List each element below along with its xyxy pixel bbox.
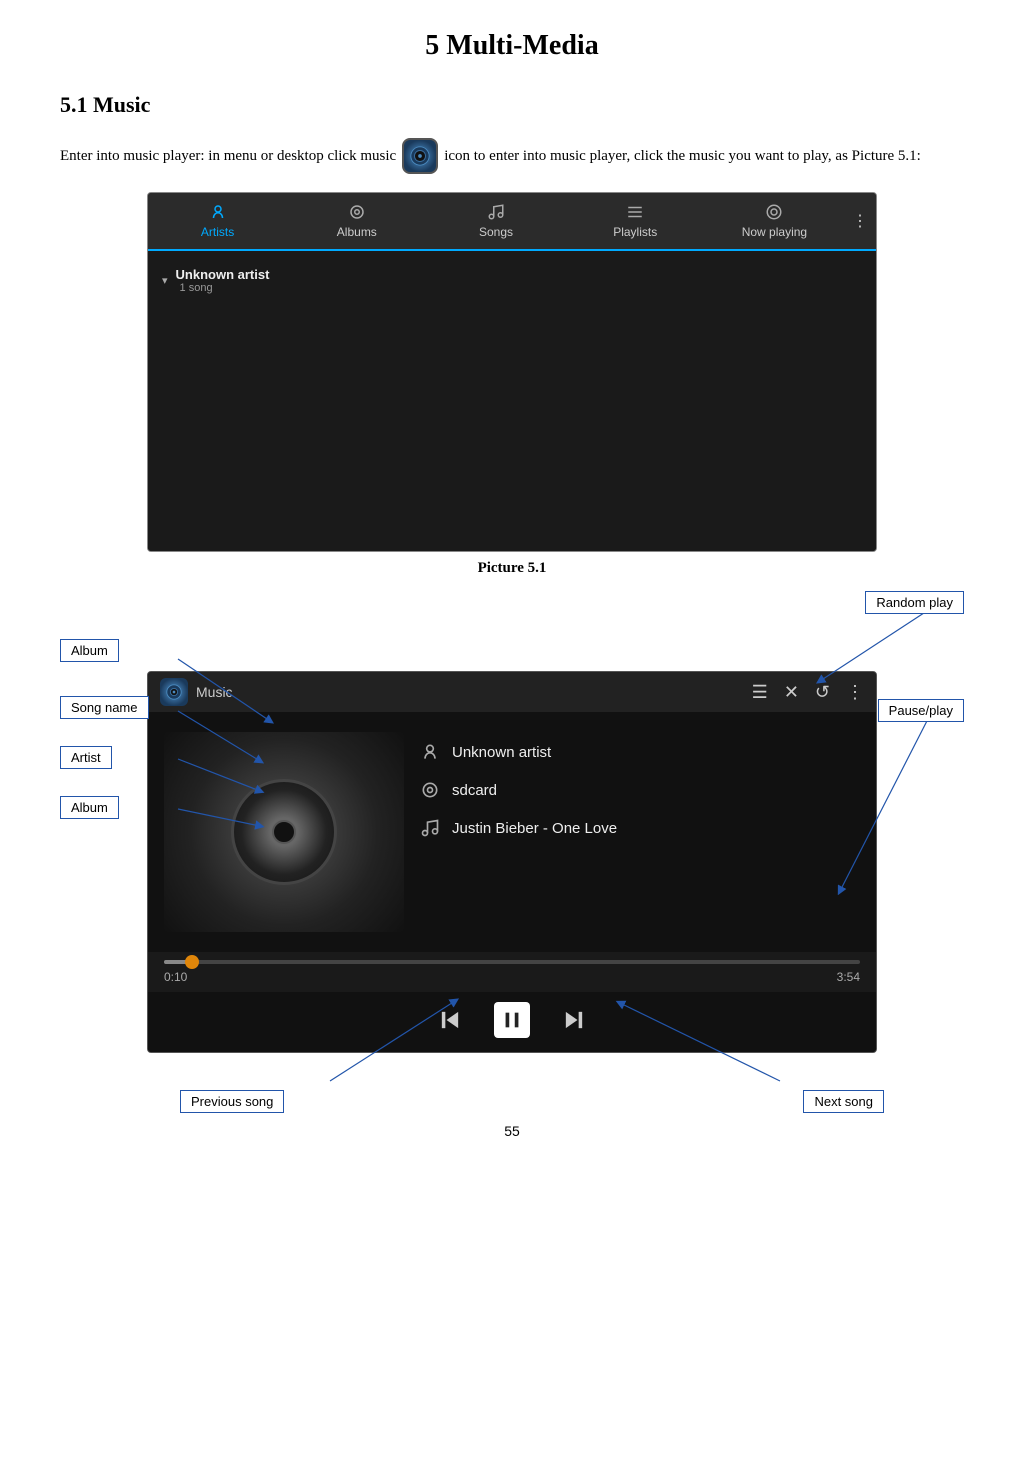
callout-random-play: Random play: [865, 591, 964, 614]
np-app-icon: [160, 678, 188, 706]
now-playing-player: Music ☰ ✕ ↺ ⋮: [147, 671, 877, 1053]
tab-nowplaying-label: Now playing: [742, 225, 807, 239]
music-icon: [402, 138, 438, 174]
picture-51-label: Picture 5.1: [60, 560, 964, 577]
tab-artists[interactable]: Artists: [148, 193, 287, 251]
callout-next-song: Next song: [803, 1090, 884, 1113]
tab-bar: Artists Albums Songs Playlists Now playi…: [148, 193, 876, 251]
artist-name: Unknown artist: [176, 267, 270, 282]
section-title: 5.1 Music: [60, 92, 964, 118]
artists-content: ▾ Unknown artist 1 song: [148, 251, 876, 551]
more-icon: ⋮: [852, 211, 868, 231]
artist-label: Unknown artist: [452, 744, 551, 761]
artist-row: Unknown artist: [420, 742, 860, 762]
np-progress-area: 0:10 3:54: [148, 952, 876, 992]
repeat-icon[interactable]: ↺: [815, 682, 830, 703]
play-pause-button[interactable]: [494, 1002, 530, 1038]
callout-pause-play: Pause/play: [878, 699, 964, 722]
source-label: sdcard: [452, 782, 497, 799]
np-topbar-title: Music: [196, 684, 233, 700]
progress-bar[interactable]: [164, 960, 860, 964]
current-time: 0:10: [164, 970, 187, 984]
np-controls: [148, 992, 876, 1052]
np-times: 0:10 3:54: [164, 970, 860, 984]
intro-text-before: Enter into music player: in menu or desk…: [60, 144, 396, 168]
tab-playlists-label: Playlists: [613, 225, 657, 239]
progress-thumb: [185, 955, 199, 969]
tab-artists-label: Artists: [201, 225, 234, 239]
next-button[interactable]: [560, 1006, 588, 1034]
callout-song-name: Song name: [60, 696, 149, 719]
song-label: Justin Bieber - One Love: [452, 820, 617, 837]
intro-paragraph: Enter into music player: in menu or desk…: [60, 138, 964, 174]
callout-previous-song: Previous song: [180, 1090, 284, 1113]
chapter-title: 5 Multi-Media: [60, 30, 964, 62]
tab-playlists[interactable]: Playlists: [566, 193, 705, 249]
tab-nowplaying[interactable]: Now playing: [705, 193, 844, 249]
callout-artist: Artist: [60, 746, 112, 769]
callout-album-bottom: Album: [60, 796, 119, 819]
more-options-icon[interactable]: ⋮: [846, 682, 864, 703]
callout-album-top: Album: [60, 639, 119, 662]
intro-text-after: icon to enter into music player, click t…: [444, 144, 921, 168]
tab-more[interactable]: ⋮: [844, 193, 876, 249]
song-row: Justin Bieber - One Love: [420, 818, 860, 838]
np-topbar-icons: ☰ ✕ ↺ ⋮: [752, 682, 864, 703]
artist-list-item[interactable]: ▾ Unknown artist 1 song: [148, 259, 876, 302]
total-time: 3:54: [837, 970, 860, 984]
np-topbar-left: Music: [160, 678, 233, 706]
previous-button[interactable]: [436, 1006, 464, 1034]
np-body: Unknown artist sdcard Justin Bieber - On…: [148, 712, 876, 952]
np-topbar: Music ☰ ✕ ↺ ⋮: [148, 672, 876, 712]
tab-songs-label: Songs: [479, 225, 513, 239]
track-info: Unknown artist sdcard Justin Bieber - On…: [420, 732, 860, 932]
source-row: sdcard: [420, 780, 860, 800]
list-icon[interactable]: ☰: [752, 682, 768, 703]
tab-songs[interactable]: Songs: [426, 193, 565, 249]
now-playing-wrapper: Music ☰ ✕ ↺ ⋮: [147, 671, 877, 1053]
artists-screenshot: Artists Albums Songs Playlists Now playi…: [147, 192, 877, 552]
album-art: [164, 732, 404, 932]
progress-fill: [164, 960, 192, 964]
song-count: 1 song: [180, 282, 270, 294]
tab-albums[interactable]: Albums: [287, 193, 426, 249]
close-icon[interactable]: ✕: [784, 682, 799, 703]
page-number: 55: [60, 1123, 964, 1139]
tab-albums-label: Albums: [337, 225, 377, 239]
chevron-icon: ▾: [162, 274, 168, 287]
annotated-diagram: Random play Album Song name Artist Album…: [60, 591, 964, 1113]
